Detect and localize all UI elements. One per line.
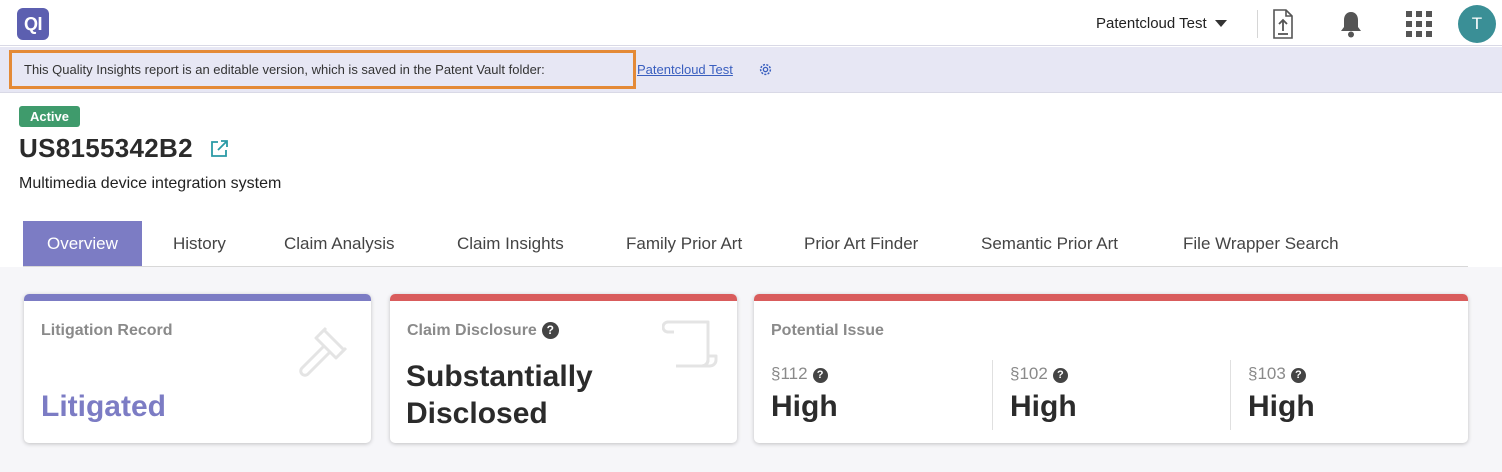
gear-icon[interactable] [758, 62, 773, 77]
column-divider [992, 360, 993, 430]
issue-level: High [1010, 390, 1077, 423]
claim-disclosure-card: Claim Disclosure? Substantially Disclose… [390, 294, 737, 443]
issue-section: §103 [1248, 364, 1286, 383]
gavel-icon [299, 326, 348, 377]
tab-semantic-prior-art[interactable]: Semantic Prior Art [981, 221, 1118, 266]
tab-prior-art-finder[interactable]: Prior Art Finder [804, 221, 918, 266]
card-label: Claim Disclosure [407, 322, 537, 339]
card-label-row: Claim Disclosure? [407, 322, 559, 340]
card-label: Potential Issue [771, 322, 884, 339]
column-divider [1230, 360, 1231, 430]
patent-number: US8155342B2 [19, 133, 193, 163]
card-label: Litigation Record [41, 322, 173, 339]
patent-title: Multimedia device integration system [19, 175, 282, 192]
tab-file-wrapper-search[interactable]: File Wrapper Search [1183, 221, 1339, 266]
document-upload-icon[interactable] [1271, 9, 1295, 39]
external-link-icon[interactable] [209, 139, 229, 159]
litigation-value: Litigated [41, 390, 166, 423]
divider [1257, 10, 1258, 38]
issue-level: High [771, 390, 838, 423]
account-name: Patentcloud Test [1096, 14, 1207, 32]
issue-column-103: §103? High [1248, 364, 1315, 424]
help-icon[interactable]: ? [812, 368, 828, 383]
issue-column-102: §102? High [1010, 364, 1077, 424]
tab-family-prior-art[interactable]: Family Prior Art [626, 221, 742, 266]
issue-level: High [1248, 390, 1315, 423]
disclosure-value: Substantially Disclosed [406, 360, 593, 430]
apps-grid-icon[interactable] [1406, 11, 1432, 37]
tab-bar: Overview History Claim Analysis Claim In… [23, 221, 1468, 267]
help-icon[interactable]: ? [1052, 368, 1068, 383]
issue-section: §102 [1010, 364, 1048, 383]
issue-section-row: §103? [1248, 364, 1315, 384]
tab-claim-analysis[interactable]: Claim Analysis [284, 221, 395, 266]
issue-section-row: §102? [1010, 364, 1077, 384]
account-switcher[interactable]: Patentcloud Test [1096, 12, 1227, 34]
status-badge: Active [19, 106, 80, 127]
tab-history[interactable]: History [173, 221, 226, 266]
help-icon[interactable]: ? [1290, 368, 1306, 383]
caret-down-icon [1214, 19, 1227, 27]
issue-section-row: §112? [771, 364, 838, 384]
bell-icon[interactable] [1339, 10, 1363, 38]
notice-text: This Quality Insights report is an edita… [24, 62, 545, 77]
help-icon[interactable]: ? [541, 322, 559, 339]
tab-overview[interactable]: Overview [23, 221, 142, 266]
tab-claim-insights[interactable]: Claim Insights [457, 221, 564, 266]
avatar[interactable]: T [1458, 5, 1496, 43]
issue-section: §112 [771, 364, 808, 383]
card-stripe [390, 294, 737, 301]
card-stripe [24, 294, 371, 301]
card-stripe [754, 294, 1468, 301]
vault-notice-banner: This Quality Insights report is an edita… [0, 47, 1502, 93]
vault-folder-link[interactable]: Patentcloud Test [637, 62, 733, 77]
app-logo[interactable]: QI [17, 8, 49, 40]
top-bar: QI Patentcloud Test T [0, 0, 1502, 46]
issue-column-112: §112? High [771, 364, 838, 424]
potential-issue-card: Potential Issue §112? High §102? High §1… [754, 294, 1468, 443]
litigation-record-card: Litigation Record Litigated [24, 294, 371, 443]
